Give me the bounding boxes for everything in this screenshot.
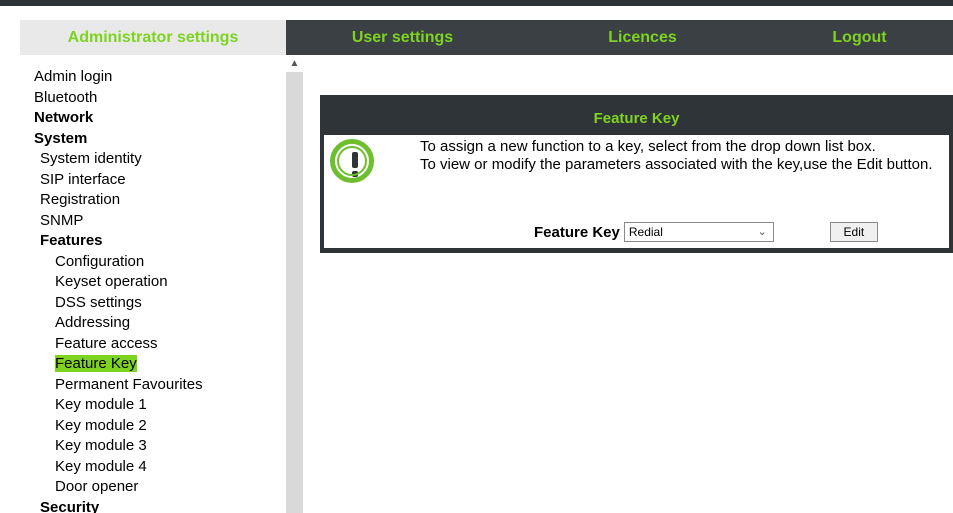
feature-key-controls: Feature Key Redial ⌄ Edit bbox=[534, 221, 878, 243]
sidebar-item-key-module-1[interactable]: Key module 1 bbox=[20, 395, 285, 416]
sidebar-item-admin-login[interactable]: Admin login bbox=[20, 67, 285, 88]
sidebar-item-registration[interactable]: Registration bbox=[20, 190, 285, 211]
sidebar-item-dss-settings[interactable]: DSS settings bbox=[20, 293, 285, 314]
sidebar-item-permanent-favourites[interactable]: Permanent Favourites bbox=[20, 375, 285, 396]
sidebar-item-feature-access[interactable]: Feature access bbox=[20, 334, 285, 355]
sidebar-item-snmp[interactable]: SNMP bbox=[20, 211, 285, 232]
sidebar-item-feature-key[interactable]: Feature Key bbox=[20, 354, 285, 375]
tab-licences[interactable]: Licences bbox=[519, 20, 766, 55]
sidebar-item-feature-key-label: Feature Key bbox=[55, 355, 137, 372]
tab-logout[interactable]: Logout bbox=[766, 20, 953, 55]
main-nav: Administrator settings User settings Lic… bbox=[20, 20, 953, 55]
sidebar-scrollbar[interactable]: ▲ bbox=[286, 55, 303, 513]
sidebar-item-keyset-operation[interactable]: Keyset operation bbox=[20, 272, 285, 293]
tab-administrator-settings[interactable]: Administrator settings bbox=[20, 20, 286, 55]
warning-icon-bar bbox=[352, 152, 358, 168]
scroll-up-icon[interactable]: ▲ bbox=[286, 55, 303, 72]
sidebar-item-key-module-4[interactable]: Key module 4 bbox=[20, 457, 285, 478]
panel-body: To assign a new function to a key, selec… bbox=[324, 135, 949, 248]
panel-title: Feature Key bbox=[593, 110, 680, 127]
top-bar bbox=[0, 0, 953, 6]
info-message: To assign a new function to a key, selec… bbox=[420, 138, 950, 173]
chevron-down-icon: ⌄ bbox=[757, 226, 767, 238]
sidebar-item-key-module-2[interactable]: Key module 2 bbox=[20, 416, 285, 437]
info-message-line2: To view or modify the parameters associa… bbox=[420, 155, 933, 173]
warning-icon-dot bbox=[352, 171, 358, 177]
sidebar-item-configuration[interactable]: Configuration bbox=[20, 252, 285, 273]
warning-icon bbox=[330, 139, 374, 183]
sidebar: Admin login Bluetooth Network System Sys… bbox=[20, 55, 285, 513]
feature-key-panel: Feature Key To assign a new function to … bbox=[320, 95, 953, 253]
feature-key-select[interactable]: Redial ⌄ bbox=[623, 222, 774, 242]
sidebar-list: Admin login Bluetooth Network System Sys… bbox=[20, 55, 285, 513]
top-strip bbox=[0, 0, 953, 20]
sidebar-item-addressing[interactable]: Addressing bbox=[20, 313, 285, 334]
feature-key-select-label: Feature Key bbox=[534, 223, 620, 241]
sidebar-item-security[interactable]: Security bbox=[20, 498, 285, 513]
sidebar-item-door-opener[interactable]: Door opener bbox=[20, 477, 285, 498]
sidebar-item-system-identity[interactable]: System identity bbox=[20, 149, 285, 170]
sidebar-item-system[interactable]: System bbox=[20, 129, 285, 150]
sidebar-item-sip-interface[interactable]: SIP interface bbox=[20, 170, 285, 191]
sidebar-item-features[interactable]: Features bbox=[20, 231, 285, 252]
info-message-line1: To assign a new function to a key, selec… bbox=[420, 138, 876, 155]
sidebar-item-network[interactable]: Network bbox=[20, 108, 285, 129]
feature-key-select-value: Redial bbox=[628, 225, 663, 239]
sidebar-item-bluetooth[interactable]: Bluetooth bbox=[20, 88, 285, 109]
tab-user-settings[interactable]: User settings bbox=[286, 20, 519, 55]
sidebar-item-key-module-3[interactable]: Key module 3 bbox=[20, 436, 285, 457]
edit-button[interactable]: Edit bbox=[829, 222, 878, 242]
